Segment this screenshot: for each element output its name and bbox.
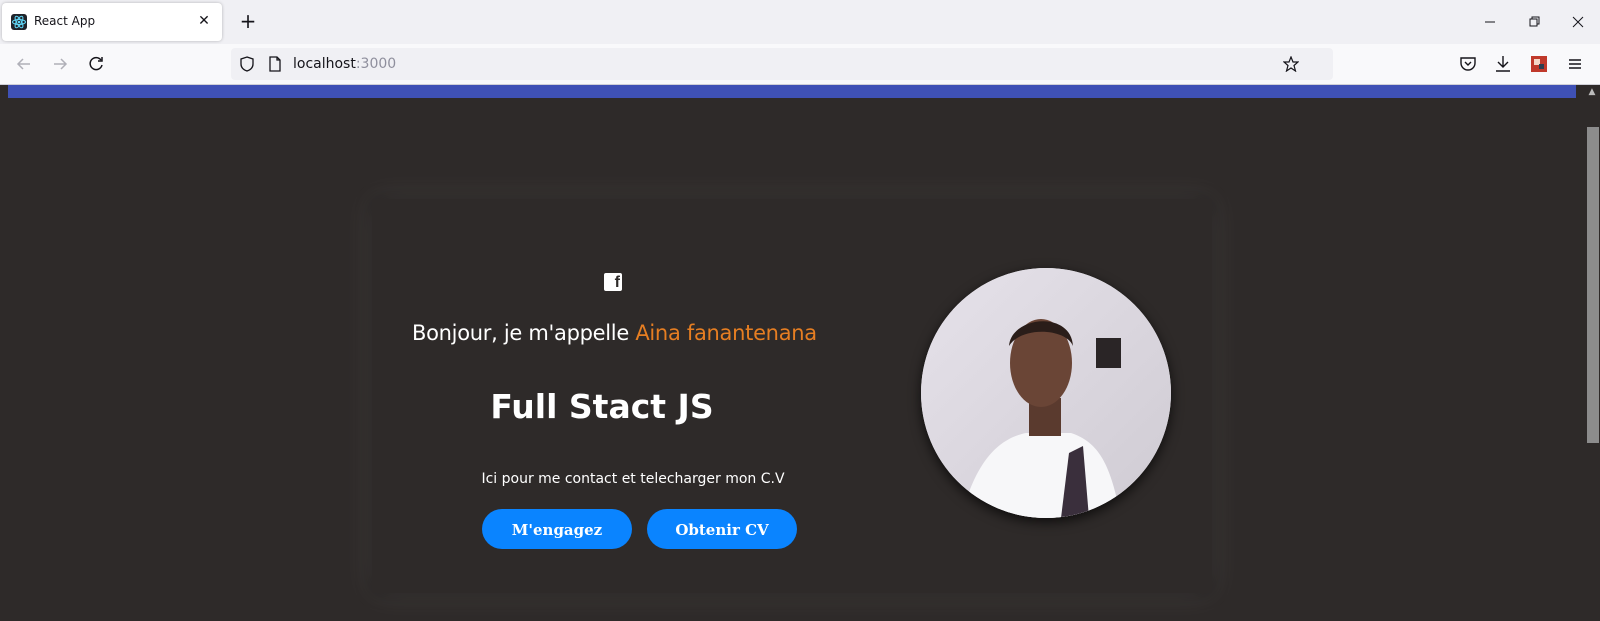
- minimize-icon[interactable]: [1478, 10, 1502, 34]
- scrollbar-thumb[interactable]: [1587, 127, 1599, 443]
- get-cv-button[interactable]: Obtenir CV: [647, 509, 797, 549]
- page-icon[interactable]: [267, 56, 283, 72]
- navigation-bar: localhost:3000: [0, 44, 1600, 85]
- close-window-icon[interactable]: [1566, 10, 1590, 34]
- tagline: Ici pour me contact et telecharger mon C…: [481, 471, 785, 487]
- hire-button[interactable]: M'engagez: [482, 509, 632, 549]
- page-viewport: f Bonjour, je m'appelle Aina fanantenana…: [0, 85, 1584, 621]
- forward-icon[interactable]: [48, 52, 72, 76]
- greeting-prefix: Bonjour, je m'appelle: [412, 321, 636, 345]
- shield-icon[interactable]: [239, 56, 255, 72]
- reload-icon[interactable]: [84, 52, 108, 76]
- url-text[interactable]: localhost:3000: [293, 56, 396, 72]
- url-bar[interactable]: localhost:3000: [231, 48, 1333, 80]
- restore-icon[interactable]: [1522, 10, 1546, 34]
- download-icon[interactable]: [1491, 52, 1515, 76]
- url-host: localhost: [293, 56, 356, 72]
- menu-icon[interactable]: [1563, 52, 1587, 76]
- react-favicon-icon: [11, 14, 27, 30]
- back-icon[interactable]: [12, 52, 36, 76]
- avatar: [921, 268, 1171, 518]
- tab-bar: React App ✕ +: [0, 0, 1600, 44]
- pocket-icon[interactable]: [1456, 52, 1480, 76]
- app-header-bar: [8, 85, 1576, 98]
- hero-card: f Bonjour, je m'appelle Aina fanantenana…: [372, 199, 1212, 593]
- new-tab-button[interactable]: +: [236, 10, 260, 34]
- tab-react-app[interactable]: React App ✕: [2, 3, 222, 41]
- page-scrollbar[interactable]: ▲: [1584, 85, 1600, 621]
- job-title: Full Stact JS: [490, 387, 714, 426]
- person-name: Aina fanantenana: [635, 321, 817, 345]
- tab-title: React App: [34, 14, 96, 28]
- star-icon[interactable]: [1282, 55, 1300, 73]
- greeting: Bonjour, je m'appelle Aina fanantenana: [412, 321, 817, 345]
- url-port: :3000: [355, 56, 397, 72]
- tab-close-icon[interactable]: ✕: [194, 11, 214, 31]
- scroll-up-icon[interactable]: ▲: [1584, 85, 1600, 99]
- extension-icon[interactable]: [1527, 52, 1551, 76]
- facebook-icon[interactable]: f: [604, 273, 622, 291]
